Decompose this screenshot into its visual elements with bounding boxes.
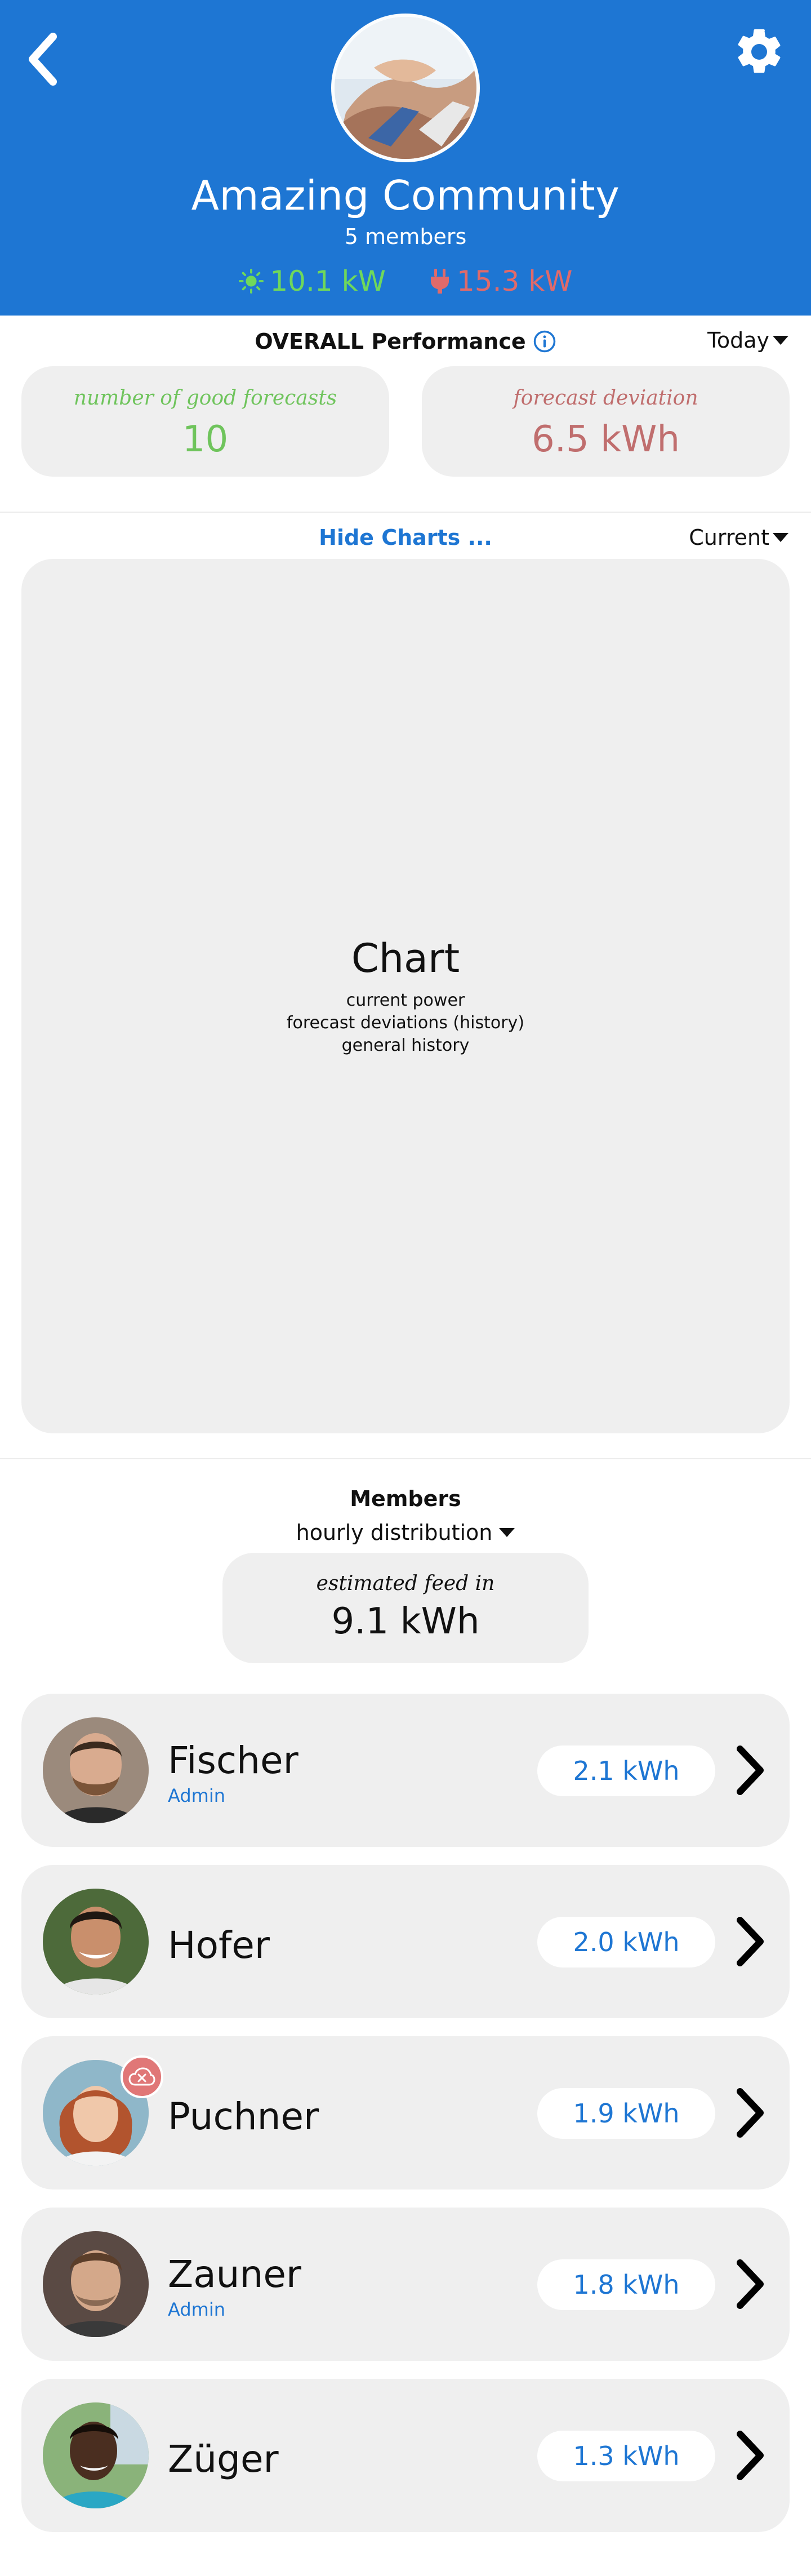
gear-icon bbox=[738, 29, 781, 73]
member-energy-value: 1.3 kWh bbox=[537, 2431, 715, 2481]
chart-placeholder-line: forecast deviations (history) bbox=[286, 1013, 525, 1033]
member-card-zuger[interactable]: Züger 1.3 kWh bbox=[21, 2379, 790, 2532]
member-role-badge: Admin bbox=[168, 1785, 225, 1806]
member-name: Züger bbox=[168, 2437, 279, 2481]
forecast-deviation-value: 6.5 kWh bbox=[531, 419, 680, 460]
production-indicator: 10.1 kW bbox=[238, 265, 386, 297]
member-name: Hofer bbox=[168, 1924, 270, 1967]
members-count: 5 members bbox=[344, 224, 467, 249]
settings-button[interactable] bbox=[725, 18, 793, 86]
caret-down-icon bbox=[773, 533, 788, 542]
member-name: Puchner bbox=[168, 2095, 319, 2138]
charts-section: Hide Charts ... Current Chart current po… bbox=[0, 513, 811, 1459]
period-dropdown[interactable]: Today bbox=[707, 328, 788, 353]
avatar bbox=[43, 1889, 149, 1995]
member-card-fischer[interactable]: Fischer Admin 2.1 kWh bbox=[21, 1694, 790, 1847]
consumption-value: 15.3 kW bbox=[457, 265, 573, 297]
chevron-right-icon[interactable] bbox=[728, 1742, 773, 1798]
chart-placeholder-title: Chart bbox=[351, 935, 460, 981]
chevron-right-icon[interactable] bbox=[728, 2085, 773, 2141]
chart-view-dropdown[interactable]: Current bbox=[689, 525, 788, 550]
distribution-dropdown[interactable]: hourly distribution bbox=[0, 1520, 811, 1545]
plug-icon bbox=[431, 269, 449, 294]
community-header: Amazing Community 5 members 10.1 kW 15.3 bbox=[0, 0, 811, 316]
member-name: Fischer bbox=[168, 1739, 298, 1782]
chevron-right-icon[interactable] bbox=[728, 1913, 773, 1970]
back-arrow-icon bbox=[29, 33, 57, 86]
good-forecasts-caption: number of good forecasts bbox=[73, 387, 337, 410]
avatar bbox=[43, 2402, 149, 2508]
community-title: Amazing Community bbox=[191, 172, 620, 219]
estimated-feed-caption: estimated feed in bbox=[316, 1572, 495, 1595]
back-button[interactable] bbox=[20, 28, 65, 90]
member-name: Zauner bbox=[168, 2253, 302, 2296]
avatar bbox=[43, 1717, 149, 1823]
performance-title: OVERALL Performance bbox=[255, 329, 526, 354]
forecast-deviation-card: forecast deviation 6.5 kWh bbox=[422, 366, 790, 477]
members-section: Members hourly distribution estimated fe… bbox=[0, 1459, 811, 2575]
production-value: 10.1 kW bbox=[270, 265, 386, 297]
performance-section: OVERALL Performance Today number of good… bbox=[0, 316, 811, 513]
caret-down-icon bbox=[773, 336, 788, 345]
caret-down-icon bbox=[499, 1528, 515, 1537]
consumption-indicator: 15.3 kW bbox=[429, 265, 573, 297]
member-card-puchner[interactable]: Puchner 1.9 kWh bbox=[21, 2036, 790, 2189]
members-heading: Members bbox=[350, 1486, 461, 1511]
chart-placeholder-line: current power bbox=[346, 991, 465, 1010]
cloud-offline-icon bbox=[128, 2067, 155, 2086]
offline-status-badge bbox=[121, 2055, 163, 2098]
chart-placeholder: Chart current power forecast deviations … bbox=[21, 559, 790, 1433]
chart-view-value: Current bbox=[689, 525, 769, 550]
chevron-right-icon[interactable] bbox=[728, 2427, 773, 2484]
community-photo bbox=[335, 17, 476, 159]
member-list: Fischer Admin 2.1 kWh Hofer 2.0 kWh Puch… bbox=[21, 1694, 790, 2550]
chart-placeholder-line: general history bbox=[341, 1036, 470, 1055]
period-dropdown-value: Today bbox=[707, 328, 769, 353]
estimated-feed-card: estimated feed in 9.1 kWh bbox=[222, 1553, 589, 1663]
info-icon[interactable] bbox=[533, 330, 556, 353]
forecast-deviation-caption: forecast deviation bbox=[513, 387, 698, 410]
performance-heading: OVERALL Performance bbox=[0, 329, 811, 354]
member-card-zauner[interactable]: Zauner Admin 1.8 kWh bbox=[21, 2208, 790, 2361]
member-energy-value: 1.8 kWh bbox=[537, 2259, 715, 2310]
avatar bbox=[43, 2231, 149, 2337]
member-card-hofer[interactable]: Hofer 2.0 kWh bbox=[21, 1865, 790, 2018]
member-energy-value: 1.9 kWh bbox=[537, 2088, 715, 2139]
performance-cards: number of good forecasts 10 forecast dev… bbox=[21, 366, 790, 477]
community-avatar bbox=[331, 14, 480, 162]
chevron-right-icon[interactable] bbox=[728, 2256, 773, 2312]
estimated-feed-value: 9.1 kWh bbox=[331, 1601, 480, 1642]
member-energy-value: 2.1 kWh bbox=[537, 1746, 715, 1796]
distribution-dropdown-value: hourly distribution bbox=[296, 1520, 493, 1545]
member-energy-value: 2.0 kWh bbox=[537, 1917, 715, 1967]
sun-icon bbox=[239, 268, 264, 294]
good-forecasts-value: 10 bbox=[182, 419, 229, 460]
good-forecasts-card: number of good forecasts 10 bbox=[21, 366, 389, 477]
energy-summary: 10.1 kW 15.3 kW bbox=[0, 265, 811, 297]
member-role-badge: Admin bbox=[168, 2299, 225, 2320]
